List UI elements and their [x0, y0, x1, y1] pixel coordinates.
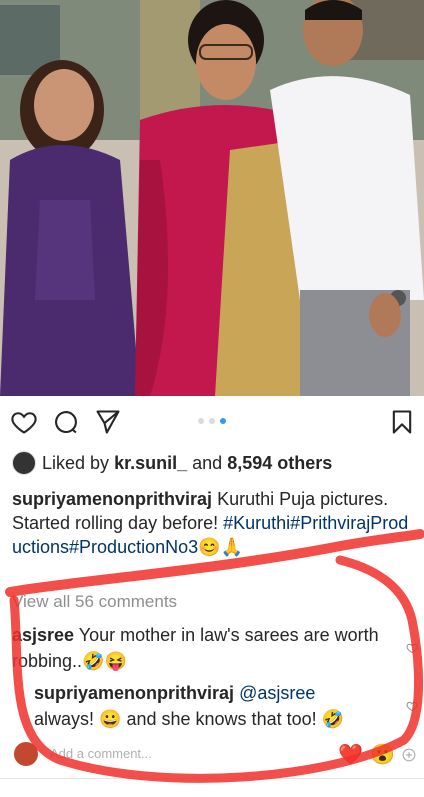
share-icon[interactable]	[94, 408, 122, 436]
liked-by-prefix: Liked by	[42, 452, 110, 473]
reply-emoji-a: 😀	[99, 709, 122, 729]
caption-username[interactable]: supriyamenonprithviraj	[12, 489, 212, 509]
post-photo[interactable]	[0, 0, 424, 396]
likes-count[interactable]: 8,594 others	[227, 453, 332, 474]
reply-like-heart-icon[interactable]	[406, 700, 418, 712]
bookmark-icon[interactable]	[388, 408, 416, 436]
reply-username[interactable]: supriyamenonprithviraj	[34, 683, 234, 703]
likes-summary[interactable]: Liked by kr.sunil_ and 8,594 others	[12, 451, 332, 475]
comment-like-heart-icon[interactable]	[406, 642, 418, 654]
comment-emojis: 🤣😝	[82, 651, 127, 671]
comment-icon[interactable]	[52, 408, 80, 436]
add-circle-icon[interactable]	[402, 748, 416, 762]
reply-mention[interactable]: @asjsree	[239, 683, 315, 703]
caption-emojis: 😊🙏	[198, 537, 243, 557]
carousel-dot	[198, 418, 204, 424]
reply-text-a: always!	[34, 709, 95, 729]
comment-item: asjsree Your mother in law's sarees are …	[12, 622, 402, 674]
carousel-indicator	[198, 418, 226, 424]
post-caption: supriyamenonprithviraj Kuruthi Puja pict…	[12, 487, 416, 559]
liked-by-and: and	[192, 452, 223, 473]
view-all-comments-link[interactable]: View all 56 comments	[12, 592, 177, 612]
bottom-navigation-bar	[0, 778, 424, 797]
comment-username[interactable]: asjsree	[12, 625, 74, 645]
heart-icon[interactable]	[10, 408, 38, 436]
quick-emoji-heart[interactable]: ❤️	[338, 742, 363, 767]
reply-text-b: and she knows that too!	[126, 709, 317, 729]
own-avatar	[14, 742, 38, 766]
reply-comment-item: supriyamenonprithviraj @asjsree always! …	[34, 680, 400, 732]
post-action-bar	[0, 400, 424, 444]
reply-emoji-b: 🤣	[321, 709, 345, 729]
add-comment-input[interactable]: Add a comment...	[50, 746, 152, 761]
add-comment-row: Add a comment... ❤️ 😮	[0, 736, 424, 772]
liker-avatar	[12, 451, 36, 475]
carousel-dot-active	[220, 418, 226, 424]
photo-illustration	[0, 0, 424, 396]
quick-emoji-surprised[interactable]: 😮	[370, 742, 395, 767]
liked-by-user[interactable]: kr.sunil_	[114, 453, 187, 474]
carousel-dot	[209, 418, 215, 424]
